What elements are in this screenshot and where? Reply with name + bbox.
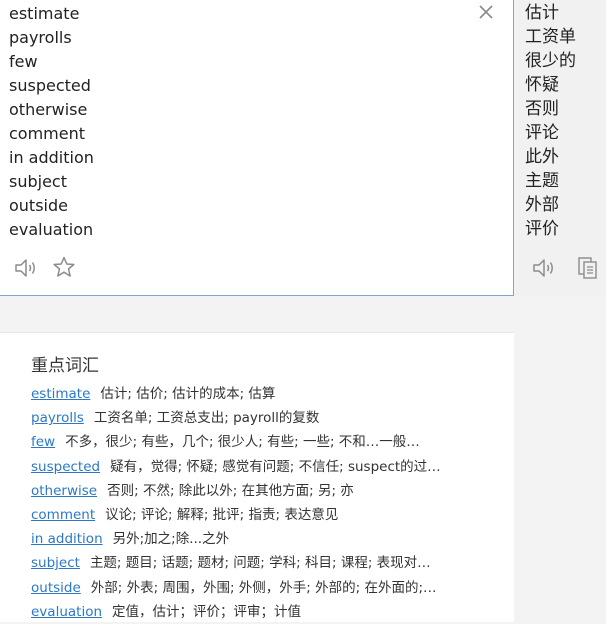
translation-line: 外部: [525, 195, 559, 215]
source-line: subject: [9, 172, 67, 191]
source-line: suspected: [9, 76, 91, 95]
copy-icon: [578, 257, 597, 279]
vocabulary-word-link[interactable]: comment: [31, 507, 95, 523]
source-line: in addition: [9, 148, 94, 167]
vocabulary-definition: 疑有，觉得; 怀疑; 感觉有问题; 不信任; suspect的过…: [110, 458, 441, 475]
translation-line: 评价: [525, 219, 559, 239]
source-line: payrolls: [9, 28, 72, 47]
vocabulary-word-link[interactable]: evaluation: [31, 604, 102, 620]
copy-button[interactable]: [577, 256, 599, 280]
vocabulary-definition: 另外;加之;除...之外: [112, 531, 230, 548]
speaker-icon: [15, 259, 35, 277]
vocabulary-word-link[interactable]: payrolls: [31, 410, 84, 426]
translation-line: 主题: [525, 171, 559, 191]
translation-text: 估计 工资单 很少的 怀疑 否则 评论 此外 主题 外部 评价: [525, 1, 576, 241]
vocabulary-word-link[interactable]: otherwise: [31, 483, 97, 499]
favorite-button[interactable]: [52, 255, 76, 279]
vocabulary-definition: 估计; 估价; 估计的成本; 估算: [100, 386, 276, 402]
vocabulary-word-link[interactable]: few: [31, 434, 55, 450]
vocabulary-item: in addition 另外;加之;除...之外: [31, 527, 481, 551]
translation-line: 此外: [525, 147, 559, 167]
translation-line: 估计: [525, 3, 559, 23]
translation-speak-button[interactable]: [531, 255, 557, 281]
source-line: otherwise: [9, 100, 88, 119]
source-text-pane[interactable]: estimate payrolls few suspected otherwis…: [0, 0, 514, 296]
source-line: estimate: [9, 4, 80, 23]
vocabulary-definition: 议论; 评论; 解释; 批评; 指责; 表达意见: [105, 506, 339, 523]
vocabulary-item: suspected 疑有，觉得; 怀疑; 感觉有问题; 不信任; suspect的…: [31, 455, 481, 479]
vocabulary-item: payrolls 工资名单; 工资总支出; payroll的复数: [31, 406, 481, 430]
vocabulary-list: estimate 估计; 估价; 估计的成本; 估算 payrolls 工资名单; …: [31, 382, 481, 624]
source-line: comment: [9, 124, 86, 143]
translation-line: 工资单: [525, 27, 576, 47]
vocabulary-definition: 不多，很少; 有些，几个; 很少人; 有些; 一些; 不和…一般…: [65, 434, 420, 451]
vocabulary-definition: 否则; 不然; 除此以外; 在其他方面; 另; 亦: [107, 482, 354, 499]
speaker-icon: [533, 259, 553, 277]
source-line: few: [9, 52, 38, 71]
source-speak-button[interactable]: [13, 255, 39, 281]
translation-line: 评论: [525, 123, 559, 143]
source-text[interactable]: estimate payrolls few suspected otherwis…: [9, 2, 94, 242]
vocabulary-item: subject 主题; 题目; 话题; 题材; 问题; 学科; 科目; 课程; 表…: [31, 551, 481, 575]
source-line: evaluation: [9, 220, 94, 239]
vocabulary-definition: 定值，估计；评价；评审；计值: [112, 603, 302, 620]
vocabulary-word-link[interactable]: estimate: [31, 386, 90, 402]
vocabulary-definition: 工资名单; 工资总支出; payroll的复数: [93, 410, 320, 427]
key-vocabulary-panel: 重点词汇 estimate 估计; 估价; 估计的成本; 估算 payrolls 工…: [0, 332, 514, 622]
vocabulary-word-link[interactable]: in addition: [31, 531, 103, 547]
clear-text-button[interactable]: [476, 2, 496, 22]
vocabulary-definition: 主题; 题目; 话题; 题材; 问题; 学科; 科目; 课程; 表现对…: [89, 555, 431, 572]
vocabulary-word-link[interactable]: outside: [31, 580, 81, 596]
close-icon: [479, 5, 493, 19]
vocabulary-title: 重点词汇: [31, 356, 99, 376]
vocabulary-item: comment 议论; 评论; 解释; 批评; 指责; 表达意见: [31, 503, 481, 527]
vocabulary-item: otherwise 否则; 不然; 除此以外; 在其他方面; 另; 亦: [31, 479, 481, 503]
vocabulary-item: estimate 估计; 估价; 估计的成本; 估算: [31, 382, 481, 406]
vocabulary-item: few 不多，很少; 有些，几个; 很少人; 有些; 一些; 不和…一般…: [31, 430, 481, 454]
translation-line: 否则: [525, 99, 559, 119]
vocabulary-definition: 外部; 外表; 周围，外围; 外侧，外手; 外部的; 在外面的;…: [90, 579, 437, 596]
vocabulary-word-link[interactable]: subject: [31, 555, 80, 571]
translation-line: 怀疑: [525, 75, 559, 95]
vocabulary-word-link[interactable]: suspected: [31, 459, 100, 475]
vocabulary-item: outside 外部; 外表; 周围，外围; 外侧，外手; 外部的; 在外面的;…: [31, 576, 481, 600]
translation-pane: 估计 工资单 很少的 怀疑 否则 评论 此外 主题 外部 评价: [515, 0, 606, 296]
translation-line: 很少的: [525, 51, 576, 71]
star-icon: [53, 256, 75, 277]
source-line: outside: [9, 196, 68, 215]
vocabulary-item: evaluation 定值，估计；评价；评审；计值: [31, 600, 481, 624]
